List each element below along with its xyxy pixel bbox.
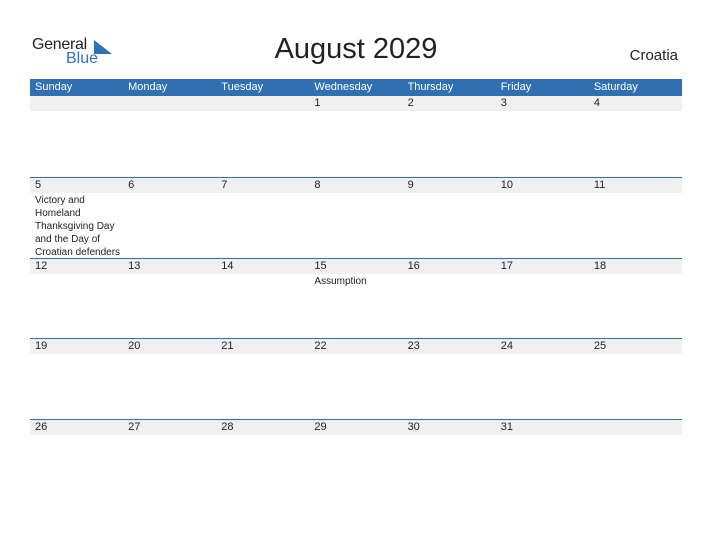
day-number-row: 12 13 14 15 16 17 18 (30, 258, 682, 274)
day-number: 19 (35, 340, 48, 352)
holiday-text (123, 111, 216, 112)
day-number: 4 (593, 97, 600, 109)
holiday-text: Victory and Homeland Thanksgiving Day an… (35, 195, 121, 258)
day-number-row: 19 20 21 22 23 24 25 (30, 339, 682, 354)
day-number (123, 96, 216, 111)
weekday-sunday: Sunday (35, 81, 73, 93)
day-number: 7 (221, 179, 228, 191)
holiday-text (403, 274, 496, 288)
week-row: 26 27 28 29 30 31 (30, 418, 682, 500)
weekday-monday: Monday (128, 81, 168, 93)
day-number: 25 (593, 340, 607, 352)
day-number: 22 (314, 340, 327, 352)
event-row (30, 354, 682, 355)
day-number: 5 (35, 179, 42, 191)
weekday-saturday: Saturday (593, 81, 638, 93)
day-number: 10 (500, 179, 513, 191)
holiday-text (403, 193, 496, 259)
holiday-text (589, 274, 682, 288)
day-number: 21 (221, 340, 234, 352)
day-number: 17 (500, 259, 513, 272)
holiday-text (496, 354, 589, 355)
day-number: 11 (593, 179, 606, 191)
weekday-wednesday: Wednesday (314, 81, 373, 93)
holiday-text (30, 274, 123, 288)
day-number: 6 (128, 179, 135, 191)
holiday-text (216, 193, 309, 259)
holiday-text (309, 435, 402, 436)
day-number: 8 (314, 179, 321, 191)
day-number-row: 5 6 7 8 9 10 11 (30, 178, 682, 193)
day-number (216, 96, 309, 111)
event-row (30, 111, 682, 112)
holiday-text (496, 111, 589, 112)
day-number: 13 (128, 259, 141, 272)
event-row: Assumption (30, 274, 682, 288)
holiday-text (589, 111, 682, 112)
weekday-tuesday: Tuesday (221, 81, 264, 93)
week-row: 12 13 14 15 16 17 18 Assumption (30, 257, 682, 339)
day-number: 16 (407, 259, 420, 272)
week-row: 1 2 3 4 (30, 96, 682, 177)
holiday-text (30, 435, 123, 436)
holiday-text (496, 193, 589, 259)
day-number-row: 26 27 28 29 30 31 (30, 419, 682, 435)
day-number-row: 1 2 3 4 (30, 96, 682, 111)
day-number: 28 (221, 420, 234, 433)
holiday-text (589, 354, 682, 355)
holiday-text (309, 111, 402, 112)
holiday-text (123, 193, 216, 259)
holiday-text (403, 111, 496, 112)
holiday-text (309, 193, 402, 259)
day-number: 15 (314, 259, 327, 272)
event-row: Victory and Homeland Thanksgiving Day an… (30, 193, 682, 259)
day-number: 30 (407, 420, 420, 433)
day-number: 29 (314, 420, 327, 433)
holiday-text (30, 354, 123, 355)
day-number: 24 (500, 340, 513, 352)
holiday-text (589, 435, 682, 436)
holiday-text (216, 435, 309, 436)
week-row: 19 20 21 22 23 24 25 (30, 338, 682, 419)
holiday-text (216, 274, 309, 288)
holiday-text (216, 111, 309, 112)
calendar-title: August 2029 (274, 33, 438, 65)
holiday-text (309, 354, 402, 355)
day-number: 1 (314, 97, 321, 109)
day-number (30, 96, 123, 111)
holiday-text (403, 354, 496, 355)
weekday-header: Sunday Monday Tuesday Wednesday Thursday… (30, 79, 682, 96)
calendar: Sunday Monday Tuesday Wednesday Thursday… (30, 79, 682, 499)
holiday-text (123, 354, 216, 355)
day-number: 18 (593, 259, 607, 272)
day-number: 31 (500, 420, 513, 433)
holiday-text (496, 435, 589, 436)
day-number (589, 420, 682, 435)
holiday-text (123, 435, 216, 436)
day-number: 12 (35, 259, 48, 272)
holiday-text (403, 435, 496, 436)
day-number: 23 (407, 340, 420, 352)
holiday-text (496, 274, 589, 288)
holiday-text (589, 193, 682, 259)
holiday-text (123, 274, 216, 288)
day-number: 9 (407, 179, 414, 191)
day-number: 2 (407, 97, 414, 109)
event-row (30, 435, 682, 436)
holiday-text: Assumption (314, 275, 367, 287)
holiday-text (216, 354, 309, 355)
day-number: 26 (35, 420, 48, 433)
holiday-text (30, 111, 123, 112)
country-label: Croatia (629, 47, 678, 64)
day-number: 20 (128, 340, 141, 352)
week-row: 5 6 7 8 9 10 11 Victory and Homeland Thanksgivi… (30, 177, 682, 258)
weekday-friday: Friday (500, 81, 532, 93)
day-number: 14 (221, 259, 234, 272)
day-number: 3 (500, 97, 507, 109)
weekday-thursday: Thursday (407, 81, 454, 93)
day-number: 27 (128, 420, 141, 433)
